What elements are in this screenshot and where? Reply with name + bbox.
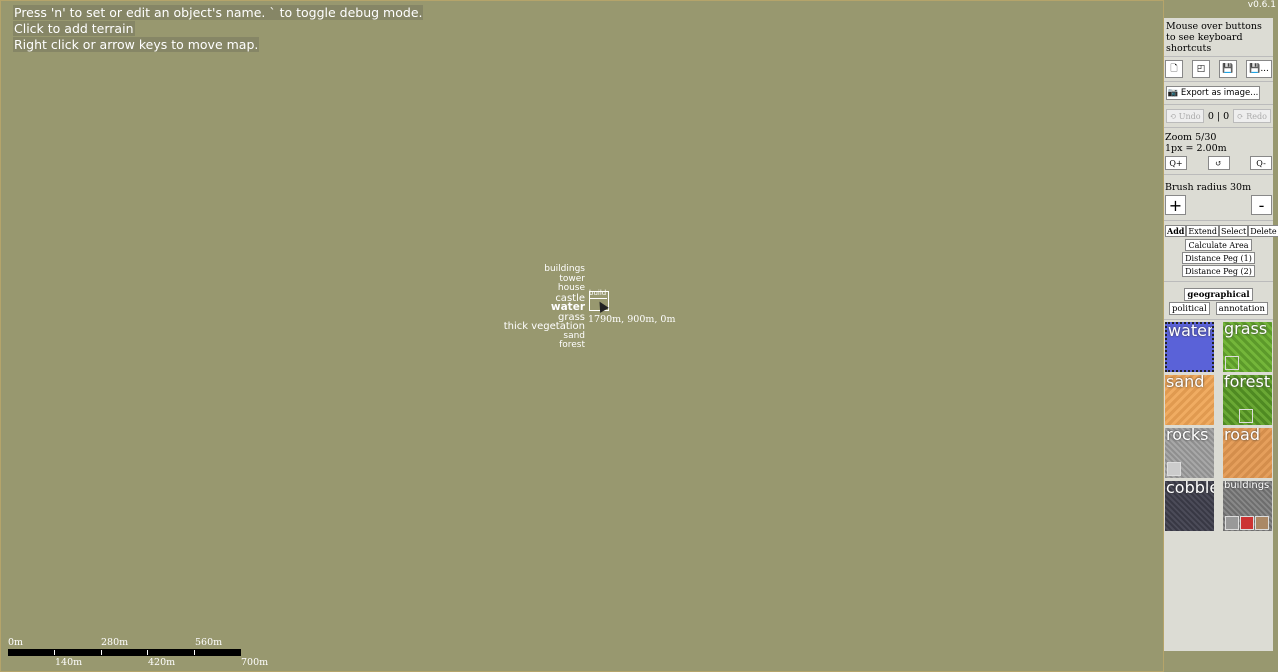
- terrain-palette: water grass sand forest rocks road cobbl…: [1164, 320, 1273, 531]
- sidebar: Mouse over buttons to see keyboard short…: [1164, 18, 1278, 651]
- map-canvas[interactable]: Press 'n' to set or edit an object's nam…: [0, 0, 1164, 672]
- zoom-out-button[interactable]: Q-: [1250, 156, 1272, 170]
- history-row: ⟲ Undo 0 | 0 ⟳ Redo: [1164, 105, 1273, 128]
- save-as-icon[interactable]: 💾...: [1246, 60, 1272, 78]
- history-counts: 0 | 0: [1207, 110, 1230, 122]
- new-icon[interactable]: 🗋: [1165, 60, 1183, 78]
- tile-sand[interactable]: sand: [1165, 375, 1214, 425]
- mode-delete-button[interactable]: Delete: [1248, 225, 1278, 237]
- hint-add-terrain: Click to add terrain: [13, 21, 135, 36]
- scale-label: 0m: [8, 637, 24, 648]
- shortcut-note: Mouse over buttons to see keyboard short…: [1164, 18, 1273, 57]
- hint-move-map: Right click or arrow keys to move map.: [13, 37, 260, 52]
- calculate-area-button[interactable]: Calculate Area: [1185, 239, 1252, 251]
- rocks-thumbnail: [1167, 462, 1181, 476]
- forest-thumbnail: [1239, 409, 1253, 423]
- tile-forest[interactable]: forest: [1223, 375, 1272, 425]
- layer-tabs: geographical political annotation: [1164, 282, 1273, 319]
- open-icon[interactable]: ◰: [1192, 60, 1210, 78]
- pixel-scale: 1px = 2.00m: [1165, 143, 1227, 154]
- scale-label: 280m: [101, 637, 129, 648]
- scale-label: 560m: [195, 637, 223, 648]
- cursor-mini-label: build: [589, 289, 607, 297]
- tile-water[interactable]: water: [1165, 322, 1214, 372]
- tile-road[interactable]: road: [1223, 428, 1272, 478]
- scale-label: 420m: [148, 657, 176, 668]
- grass-thumbnail: [1225, 356, 1239, 370]
- mode-extend-button[interactable]: Extend: [1186, 225, 1219, 237]
- terrain-option-list: buildings tower house castle water grass…: [501, 264, 585, 351]
- buildings-thumbnail: [1225, 516, 1239, 530]
- distance-peg-1-button[interactable]: Distance Peg (1): [1182, 252, 1255, 264]
- save-icon[interactable]: 💾: [1219, 60, 1237, 78]
- terrain-option[interactable]: forest: [501, 340, 585, 351]
- scale-label: 700m: [241, 657, 269, 668]
- tab-geographical[interactable]: geographical: [1184, 288, 1253, 301]
- mode-selector: Add Extend Select Delete: [1164, 221, 1278, 239]
- tab-political[interactable]: political: [1168, 302, 1210, 315]
- tab-annotation[interactable]: annotation: [1215, 302, 1268, 315]
- file-toolbar: 🗋 ◰ 💾 💾...: [1164, 57, 1273, 82]
- zoom-level: Zoom 5/30: [1165, 132, 1217, 143]
- brush-radius: Brush radius 30m: [1165, 182, 1252, 193]
- brush-increase-button[interactable]: +: [1165, 195, 1186, 215]
- brush-decrease-button[interactable]: -: [1251, 195, 1272, 215]
- scale-label: 140m: [55, 657, 83, 668]
- hint-name-edit: Press 'n' to set or edit an object's nam…: [13, 5, 424, 20]
- buildings-thumbnail: [1255, 516, 1269, 530]
- version-label: v0.6.1: [1247, 0, 1276, 10]
- tile-cobble[interactable]: cobble: [1165, 481, 1214, 531]
- tile-rocks[interactable]: rocks: [1165, 428, 1214, 478]
- mode-select-button[interactable]: Select: [1218, 225, 1249, 237]
- undo-button[interactable]: ⟲ Undo: [1166, 109, 1204, 123]
- tile-buildings[interactable]: buildings: [1223, 481, 1272, 531]
- buildings-thumbnail: [1240, 516, 1254, 530]
- cursor-coordinates: 1790m, 900m, 0m: [588, 314, 676, 325]
- camera-icon: 📷: [1167, 88, 1181, 98]
- zoom-reset-button[interactable]: ↺: [1207, 156, 1230, 170]
- mode-add-button[interactable]: Add: [1165, 225, 1187, 237]
- zoom-in-button[interactable]: Q+: [1165, 156, 1187, 170]
- scale-bar: [8, 649, 241, 656]
- redo-button[interactable]: ⟳ Redo: [1233, 109, 1271, 123]
- distance-peg-2-button[interactable]: Distance Peg (2): [1182, 265, 1255, 277]
- export-image-button[interactable]: 📷 Export as image...: [1166, 86, 1260, 100]
- tile-grass[interactable]: grass: [1223, 322, 1272, 372]
